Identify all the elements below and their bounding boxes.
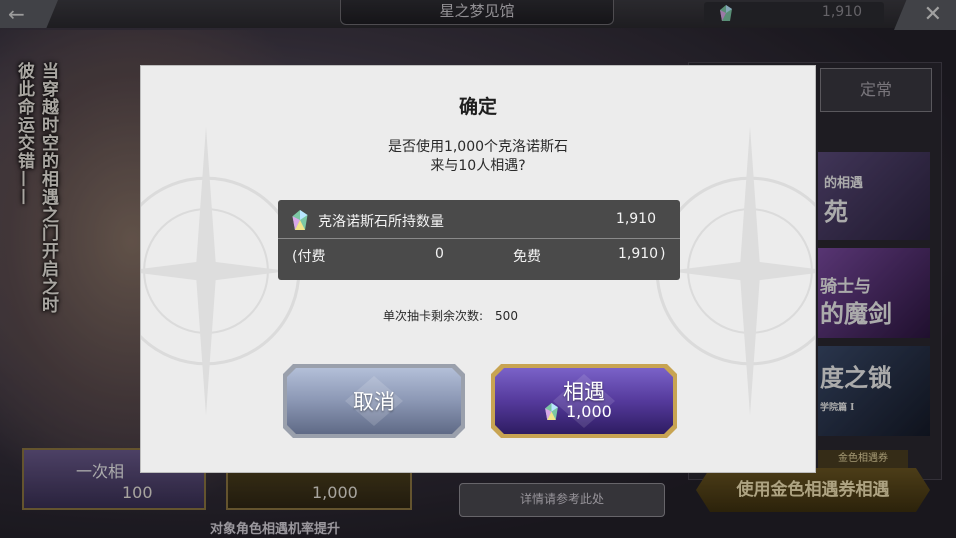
dialog-title: 确定 (458, 96, 497, 118)
stone-breakdown-row: (付费 0 免费 1,910 ) (278, 240, 680, 278)
remaining-pulls: 单次抽卡剩余次数: 500 (383, 307, 518, 324)
stone-total-row: 克洛诺斯石所持数量 1,910 (278, 200, 680, 239)
encounter-cost-value: 1,000 (566, 402, 612, 421)
cancel-button[interactable]: 取消 (283, 364, 465, 438)
dialog-message-line1: 是否使用1,000个克洛诺斯石 (387, 139, 569, 155)
free-value: 1,910 (618, 246, 659, 262)
remaining-label: 单次抽卡剩余次数: (383, 309, 484, 323)
chronos-stone-icon (545, 403, 558, 420)
encounter-button[interactable]: 相遇 1,000 (491, 364, 677, 438)
stone-balance-box: 克洛诺斯石所持数量 1,910 (付费 0 免费 1,910 ) (278, 200, 680, 280)
stone-label: 克洛诺斯石所持数量 (318, 214, 444, 230)
paid-value: 0 (435, 246, 444, 262)
paid-label: (付费 (292, 249, 326, 265)
free-label: 免费 (513, 249, 541, 265)
stone-total: 1,910 (615, 211, 656, 227)
dialog-message-line2: 来与10人相遇? (430, 158, 526, 174)
confirm-dialog: 确定 是否使用1,000个克洛诺斯石 来与10人相遇? 克洛诺斯石所持数量 1,… (140, 65, 816, 473)
cancel-label: 取消 (353, 390, 395, 414)
chronos-stone-icon (292, 210, 308, 230)
close-paren: ) (660, 246, 666, 262)
dialog-message: 是否使用1,000个克洛诺斯石 来与10人相遇? (141, 138, 815, 176)
encounter-cost: 1,000 (545, 402, 612, 421)
remaining-value: 500 (495, 309, 518, 323)
